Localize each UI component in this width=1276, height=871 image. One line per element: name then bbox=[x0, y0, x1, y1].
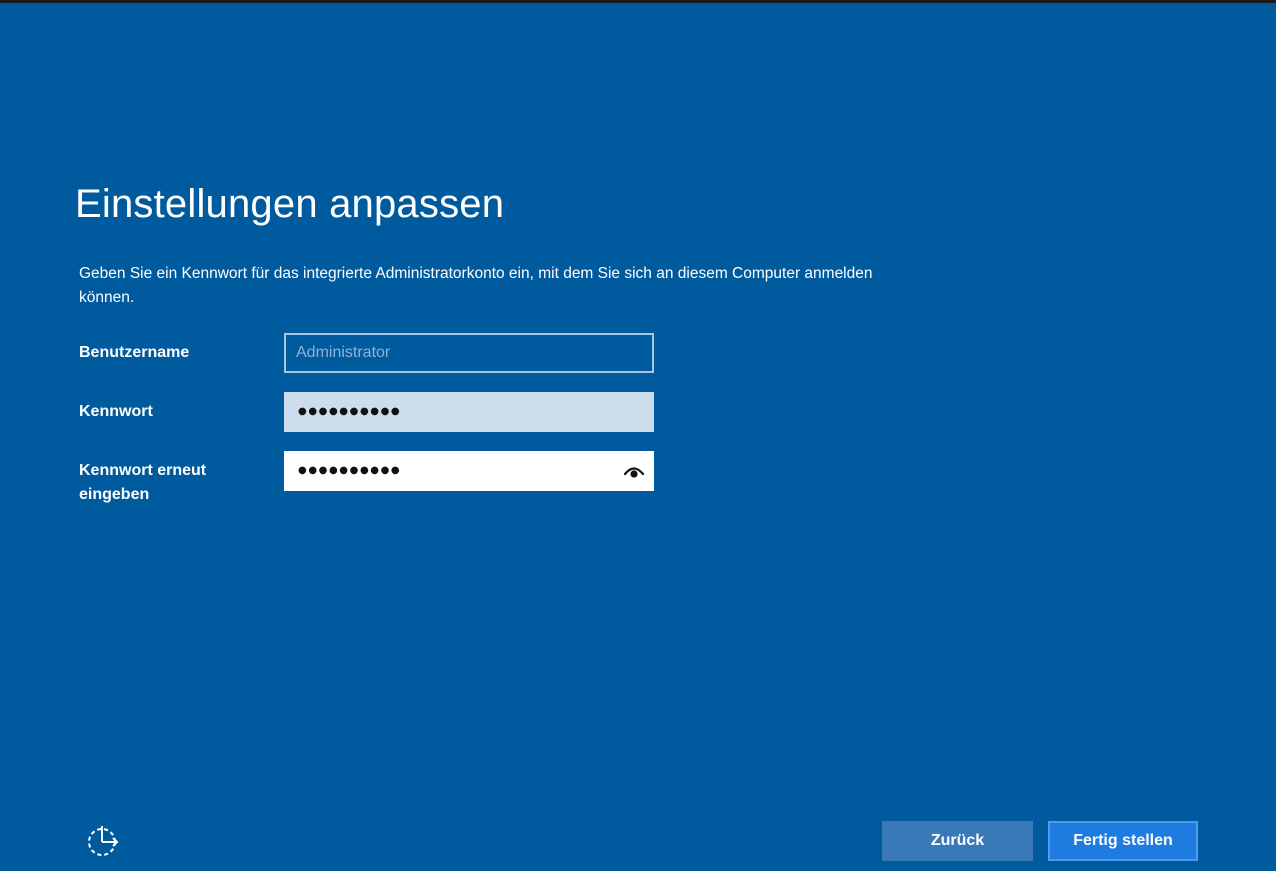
back-button[interactable]: Zurück bbox=[882, 821, 1033, 861]
instructions-text: Geben Sie ein Kennwort für das integrier… bbox=[79, 265, 873, 306]
password-masked-value: ●●●●●●●●●● bbox=[298, 406, 402, 417]
username-input[interactable] bbox=[286, 335, 652, 371]
finish-button[interactable]: Fertig stellen bbox=[1048, 821, 1198, 861]
ease-of-access-icon[interactable] bbox=[86, 822, 122, 858]
confirm-password-masked-value: ●●●●●●●●●● bbox=[298, 465, 402, 476]
username-label: Benutzername bbox=[79, 344, 190, 361]
window-top-edge bbox=[0, 0, 1276, 3]
confirm-password-label-line1: Kennwort erneut bbox=[79, 462, 207, 479]
confirm-password-label: Kennwort erneut eingeben bbox=[79, 459, 269, 507]
eye-icon[interactable] bbox=[624, 462, 644, 480]
password-label: Kennwort bbox=[79, 403, 153, 420]
confirm-password-label-line2: eingeben bbox=[79, 486, 150, 503]
confirm-password-input[interactable]: ●●●●●●●●●● bbox=[284, 451, 654, 491]
password-input[interactable]: ●●●●●●●●●● bbox=[284, 392, 654, 432]
username-field-wrapper bbox=[284, 333, 654, 373]
page-title: Einstellungen anpassen bbox=[75, 182, 505, 226]
